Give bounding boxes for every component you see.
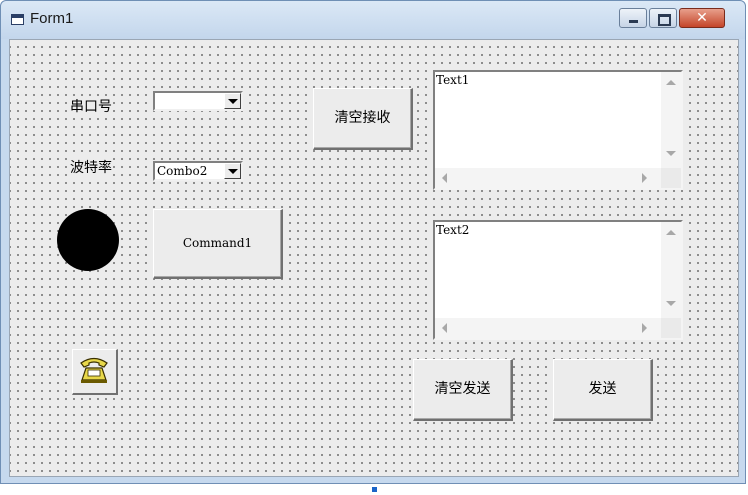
baud-combo-value: Combo2 <box>157 164 208 178</box>
baud-combo[interactable]: Combo2 <box>153 161 243 181</box>
receive-textbox-text: Text1 <box>436 73 470 87</box>
phone-image-button[interactable] <box>72 349 118 395</box>
form-window-icon <box>11 14 24 25</box>
minimize-button[interactable] <box>619 8 647 28</box>
close-button[interactable]: ✕ <box>679 8 725 28</box>
receive-textbox[interactable]: Text1 <box>433 70 683 190</box>
clear-receive-button[interactable]: 清空接收 <box>313 88 413 150</box>
send-textbox-text: Text2 <box>436 223 470 237</box>
send-button[interactable]: 发送 <box>553 359 653 421</box>
scroll-left-icon[interactable] <box>442 173 447 183</box>
resize-handle[interactable] <box>372 487 377 492</box>
baud-label: 波特率 <box>70 157 112 177</box>
close-icon: ✕ <box>696 10 708 26</box>
port-combo[interactable] <box>153 91 243 111</box>
window-title: Form1 <box>30 10 74 27</box>
command1-button[interactable]: Command1 <box>153 209 283 279</box>
send-textbox[interactable]: Text2 <box>433 220 683 340</box>
scroll-corner <box>661 168 681 188</box>
port-label: 串口号 <box>70 96 112 116</box>
scroll-down-icon[interactable] <box>666 151 676 156</box>
horizontal-scrollbar[interactable] <box>435 168 661 188</box>
telephone-icon <box>80 357 108 383</box>
black-circle-shape[interactable] <box>57 209 119 271</box>
scroll-up-icon[interactable] <box>666 230 676 235</box>
scroll-up-icon[interactable] <box>666 80 676 85</box>
form-design-surface[interactable]: 串口号 波特率 Combo2 清空接收 Command1 清空发送 发送 Tex… <box>9 39 739 477</box>
scroll-right-icon[interactable] <box>642 173 647 183</box>
vertical-scrollbar[interactable] <box>661 222 681 318</box>
chevron-down-icon[interactable] <box>224 93 241 109</box>
clear-send-button[interactable]: 清空发送 <box>413 359 513 421</box>
scroll-down-icon[interactable] <box>666 301 676 306</box>
scroll-left-icon[interactable] <box>442 323 447 333</box>
horizontal-scrollbar[interactable] <box>435 318 661 338</box>
chevron-down-icon[interactable] <box>224 163 241 179</box>
vertical-scrollbar[interactable] <box>661 72 681 168</box>
maximize-button[interactable] <box>649 8 677 28</box>
scroll-corner <box>661 318 681 338</box>
form-window: Form1 ✕ 串口号 波特率 Combo2 清空接收 Command1 清空发… <box>0 0 746 484</box>
title-bar[interactable]: Form1 ✕ <box>1 1 745 39</box>
scroll-right-icon[interactable] <box>642 323 647 333</box>
